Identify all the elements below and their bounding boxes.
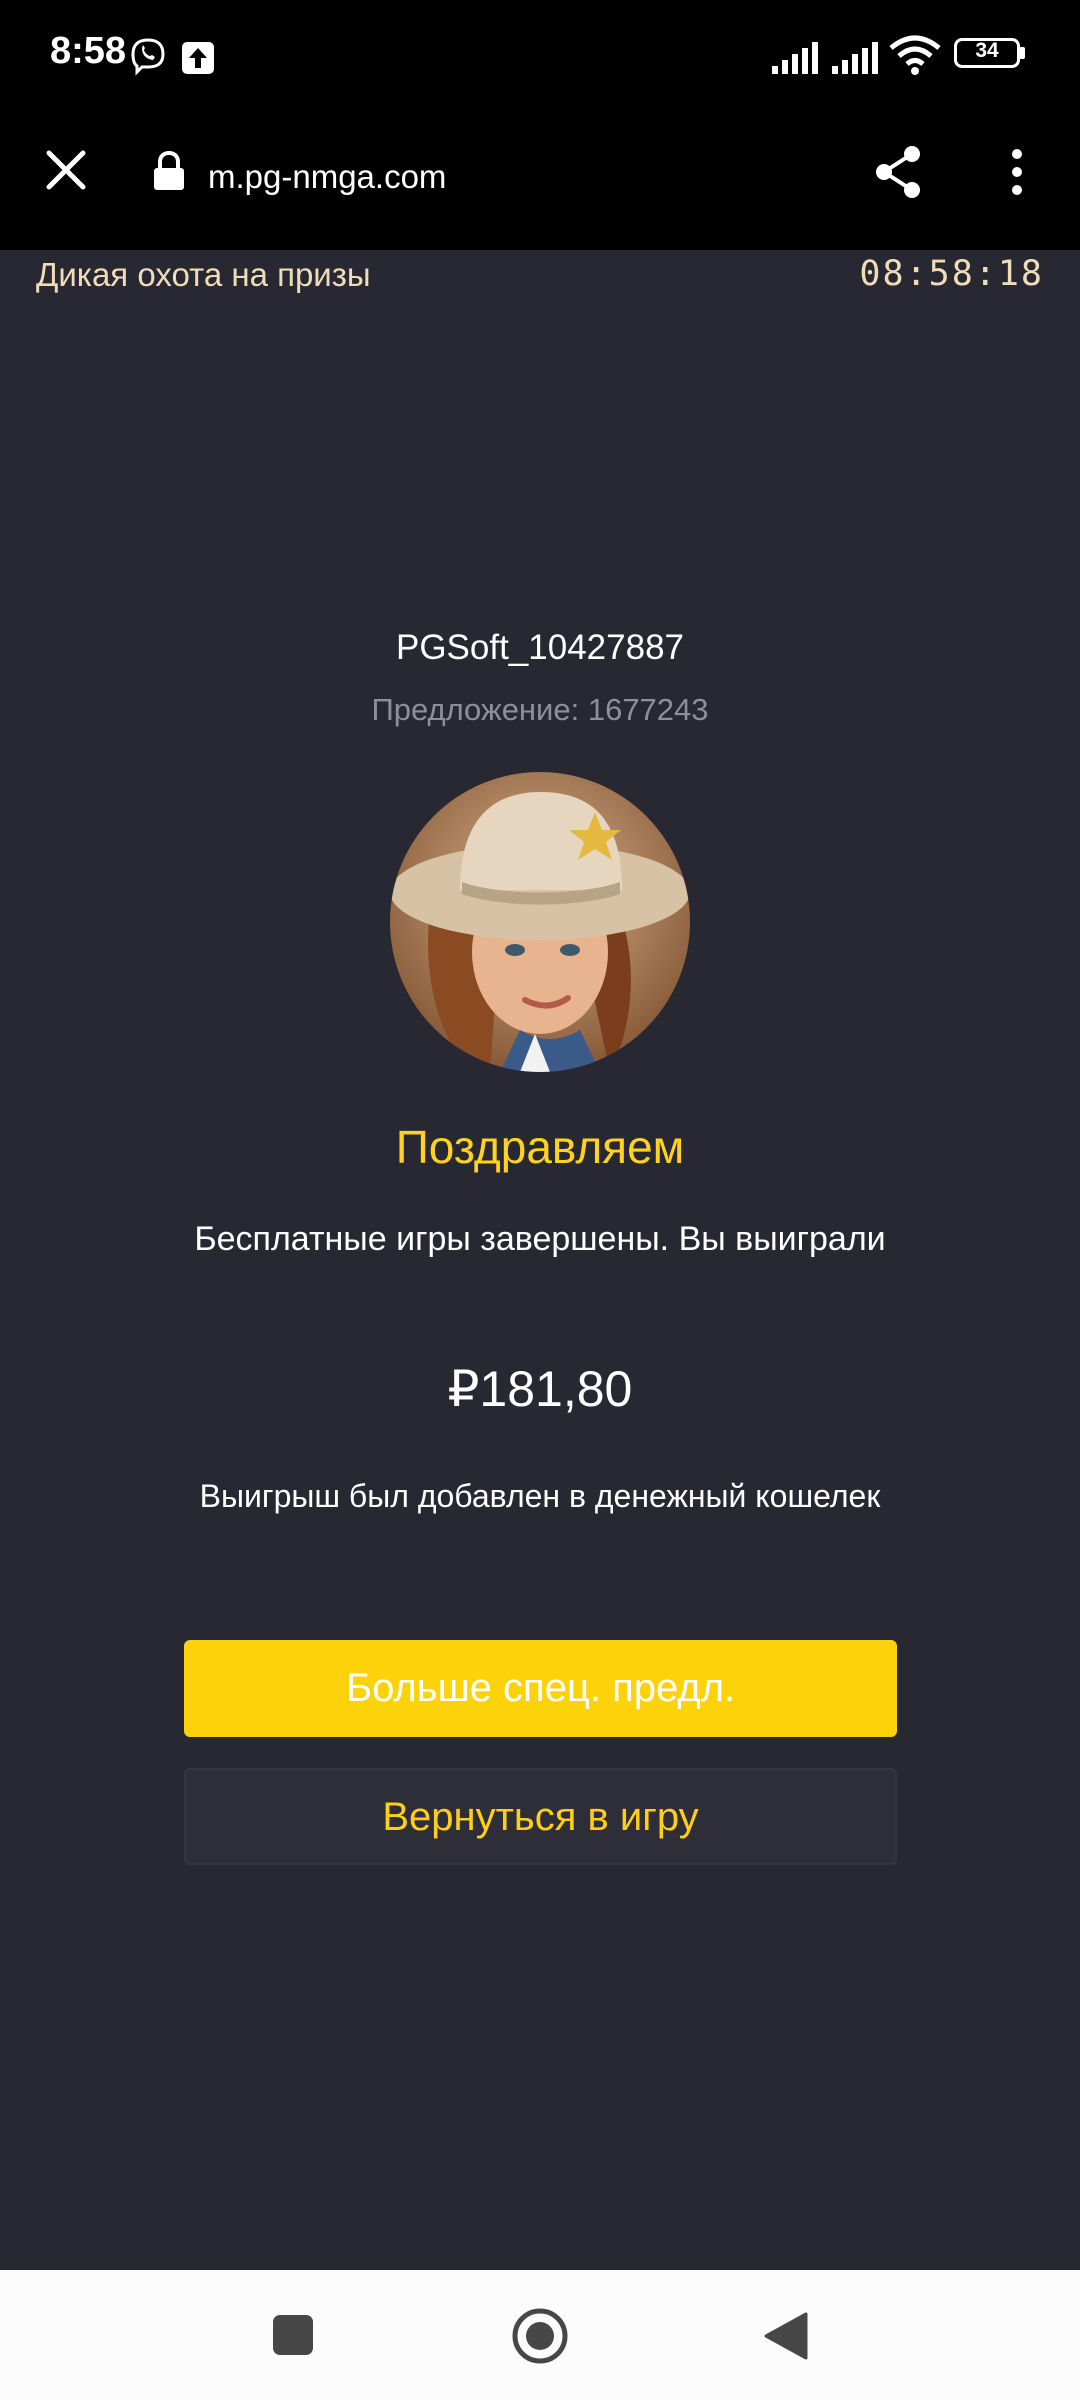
prize-amount: ₽181,80 xyxy=(447,1361,633,1417)
battery-tip xyxy=(1020,47,1025,59)
url-text[interactable]: m.pg-nmga.com xyxy=(208,158,446,196)
signal-icon xyxy=(832,42,878,74)
page-header: Дикая охота на призы 08:58:18 xyxy=(0,250,1080,300)
status-bar: 8:58 34 xyxy=(0,0,1080,110)
share-icon[interactable] xyxy=(872,144,924,200)
congrats-title: Поздравляем xyxy=(395,1121,685,1173)
page-title: Дикая охота на призы xyxy=(36,256,371,293)
viber-icon xyxy=(131,38,165,76)
back-to-game-button[interactable]: Вернуться в игру xyxy=(184,1768,897,1865)
page-clock: 08:58:18 xyxy=(859,254,1044,294)
recents-square-icon[interactable] xyxy=(270,2312,316,2358)
free-games-text: Бесплатные игры завершены. Вы выиграли xyxy=(194,1220,886,1258)
browser-toolbar: m.pg-nmga.com xyxy=(0,110,1080,250)
wallet-note: Выигрыш был добавлен в денежный кошелек xyxy=(199,1478,881,1514)
more-offers-button[interactable]: Больше спец. предл. xyxy=(184,1640,897,1737)
cowgirl-avatar-icon xyxy=(390,772,690,1072)
lock-icon xyxy=(154,150,184,190)
nav-bar xyxy=(0,2270,1080,2400)
signal-icon xyxy=(772,42,818,74)
wifi-icon xyxy=(889,35,941,75)
battery-level: 34 xyxy=(975,39,999,62)
close-icon[interactable] xyxy=(44,148,88,192)
upload-icon xyxy=(182,42,214,74)
more-vert-icon[interactable] xyxy=(1005,146,1029,198)
battery-icon: 34 xyxy=(954,38,1020,68)
status-time: 8:58 xyxy=(50,30,127,72)
user-id: PGSoft_10427887 xyxy=(395,628,684,667)
back-triangle-icon[interactable] xyxy=(762,2310,810,2362)
avatar xyxy=(390,772,690,1072)
home-circle-icon[interactable] xyxy=(510,2306,570,2366)
offer-number: Предложение: 1677243 xyxy=(371,692,709,727)
